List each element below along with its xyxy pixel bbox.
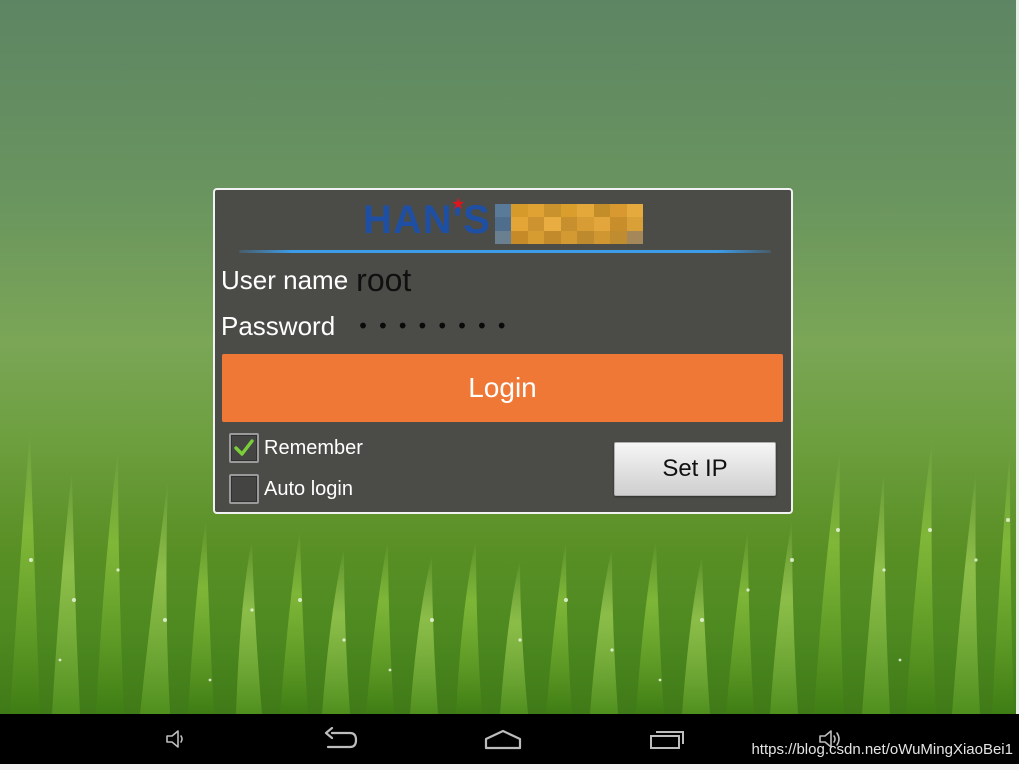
android-navigation-bar: https://blog.csdn.net/oWuMingXiaoBei1	[0, 714, 1019, 764]
auto-login-checkbox[interactable]	[229, 474, 259, 504]
pixelated-logo-text	[495, 204, 643, 244]
set-ip-button[interactable]: Set IP	[614, 442, 776, 496]
login-button[interactable]: Login	[222, 354, 783, 422]
logo-underline	[239, 250, 771, 253]
password-label: Password	[221, 310, 336, 341]
password-row: Password ••••••••	[221, 308, 516, 344]
remember-checkbox[interactable]	[229, 433, 259, 463]
auto-login-option[interactable]: Auto login	[229, 473, 353, 505]
password-input[interactable]: ••••••••	[357, 314, 515, 338]
username-label: User name	[221, 264, 349, 295]
username-input[interactable]: root	[356, 262, 411, 299]
back-icon[interactable]	[318, 714, 364, 764]
recent-apps-icon[interactable]	[645, 714, 689, 764]
username-row: User name root	[221, 262, 411, 298]
remember-label: Remember	[264, 436, 363, 459]
login-dialog: HAN'S ★ User name root Password ••••••••…	[213, 188, 793, 514]
star-icon: ★	[451, 194, 466, 213]
logo-text: HAN'S	[363, 198, 491, 242]
bottom-edge	[0, 764, 1019, 770]
remember-option[interactable]: Remember	[229, 432, 363, 464]
home-icon[interactable]	[481, 714, 525, 764]
volume-down-icon[interactable]	[158, 714, 194, 764]
company-logo: HAN'S ★	[363, 194, 645, 244]
checkmark-icon	[234, 439, 254, 456]
csdn-watermark: https://blog.csdn.net/oWuMingXiaoBei1	[751, 741, 1013, 758]
auto-login-label: Auto login	[264, 477, 353, 500]
